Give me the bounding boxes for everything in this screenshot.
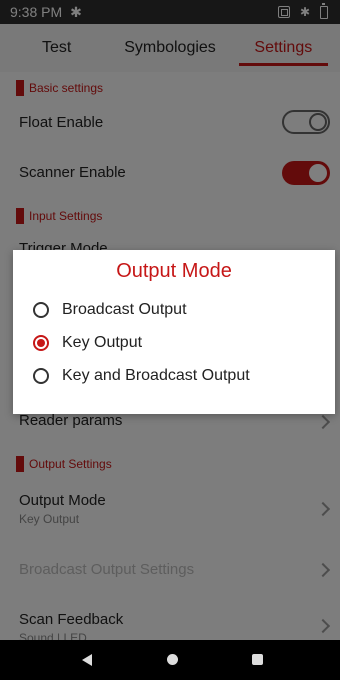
nav-bar [0,640,340,680]
option-label: Broadcast Output [62,301,187,318]
option-key-output[interactable]: Key Output [33,329,142,357]
back-icon[interactable] [82,654,92,666]
radio-checked-icon[interactable] [33,335,49,351]
radio-unchecked-icon[interactable] [33,368,49,384]
option-label: Key Output [62,334,143,351]
option-key-and-broadcast-output[interactable]: Key and Broadcast Output [33,362,250,390]
radio-unchecked-icon[interactable] [33,302,49,318]
dialog-title: Output Mode [116,260,232,282]
home-icon[interactable] [167,654,178,665]
output-mode-dialog: Output Mode Broadcast Output Key Output … [13,250,335,414]
option-label: Key and Broadcast Output [62,367,250,384]
recent-apps-icon[interactable] [252,654,263,665]
option-broadcast-output[interactable]: Broadcast Output [33,296,187,324]
